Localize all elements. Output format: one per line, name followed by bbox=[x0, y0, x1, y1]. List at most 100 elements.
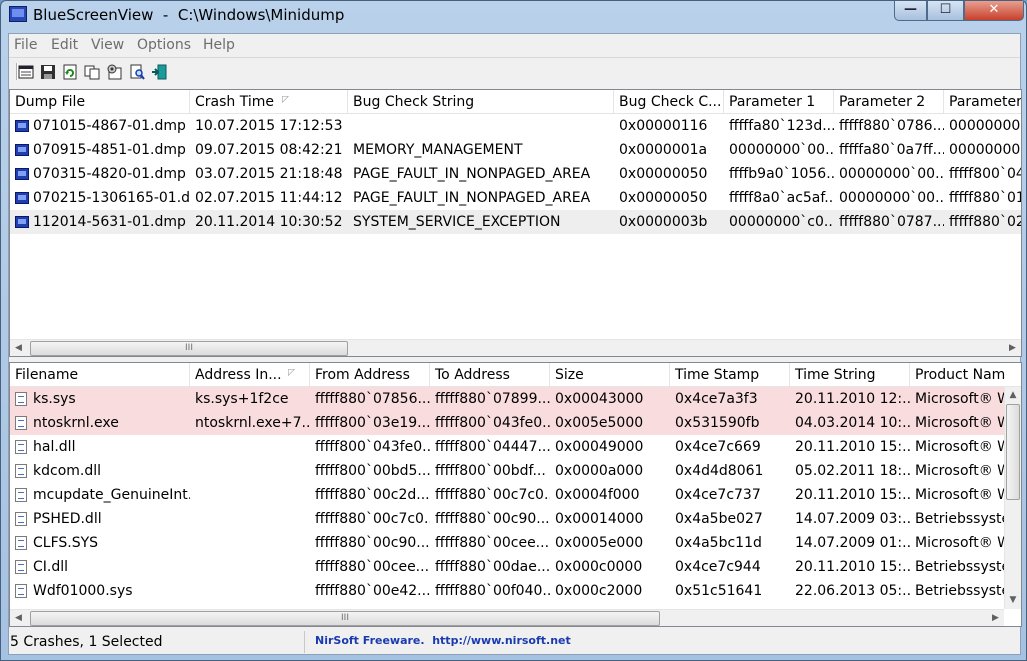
title-bar[interactable]: BlueScreenView - C:\Windows\Minidump — ☐… bbox=[1, 1, 1026, 33]
size-cell: 0x0000a000 bbox=[555, 463, 644, 479]
vertical-scrollbar-thumb[interactable] bbox=[1006, 404, 1020, 500]
dump-file-cell: 070915-4851-01.dmp bbox=[33, 142, 186, 158]
driver-row[interactable]: hal.dll fffff800`043fe0... fffff800`0444… bbox=[10, 435, 1004, 459]
refresh-icon[interactable] bbox=[60, 62, 80, 81]
product-name-cell: Microsoft® W bbox=[915, 535, 1004, 551]
driver-row[interactable]: mcupdate_GenuineInt... fffff880`00c2d...… bbox=[10, 483, 1004, 507]
time-stamp-cell: 0x4a5bc11d bbox=[675, 535, 762, 551]
size-cell: 0x00049000 bbox=[555, 439, 644, 455]
bug-check-string-cell: PAGE_FAULT_IN_NONPAGED_AREA bbox=[353, 190, 591, 206]
column-header-filename[interactable]: Filename bbox=[10, 363, 190, 387]
column-header-to-address[interactable]: To Address bbox=[430, 363, 550, 387]
driver-row-highlighted[interactable]: ntoskrnl.exe ntoskrnl.exe+7... fffff800`… bbox=[10, 411, 1004, 435]
dump-file-cell: 071015-4867-01.dmp bbox=[33, 118, 186, 134]
file-icon bbox=[15, 464, 27, 478]
address-in-stack-cell bbox=[190, 435, 310, 459]
to-address-cell: fffff880`00c90... bbox=[435, 511, 550, 527]
column-header-crash-time[interactable]: Crash Time bbox=[190, 90, 348, 114]
parameter-3-cell: 00000000`0 bbox=[949, 142, 1021, 158]
crash-row[interactable]: 071015-4867-01.dmp 10.07.2015 17:12:53 0… bbox=[10, 114, 1021, 138]
column-header-from-address[interactable]: From Address bbox=[310, 363, 430, 387]
scrollbar-thumb[interactable]: III bbox=[30, 341, 348, 356]
address-in-stack-cell: ntoskrnl.exe+7... bbox=[195, 415, 310, 431]
time-string-cell: 14.07.2009 03:... bbox=[795, 511, 910, 527]
crash-row[interactable]: 070915-4851-01.dmp 09.07.2015 08:42:21 M… bbox=[10, 138, 1021, 162]
menu-bar: File Edit View Options Help bbox=[9, 34, 1020, 56]
menu-file[interactable]: File bbox=[14, 37, 37, 53]
driver-list-header: Filename Address In... ◸ From Address To… bbox=[10, 363, 1021, 387]
time-stamp-cell: 0x4ce7c669 bbox=[675, 439, 761, 455]
column-header-parameter-2[interactable]: Parameter 2 bbox=[834, 90, 944, 114]
from-address-cell: fffff880`00c7c0... bbox=[315, 511, 430, 527]
product-name-cell: Microsoft® W bbox=[915, 415, 1004, 431]
column-header-size[interactable]: Size bbox=[550, 363, 670, 387]
size-cell: 0x0004f000 bbox=[555, 487, 640, 503]
scrollbar-thumb[interactable]: III bbox=[30, 611, 660, 626]
crash-list[interactable]: Dump File Crash Time ◸ Bug Check String … bbox=[9, 89, 1022, 357]
driver-row[interactable]: Wdf01000.sys fffff880`00e42... fffff880`… bbox=[10, 579, 1004, 603]
column-header-parameter-1[interactable]: Parameter 1 bbox=[724, 90, 834, 114]
status-summary: 5 Crashes, 1 Selected bbox=[9, 631, 305, 653]
nirsoft-link[interactable]: NirSoft Freeware. http://www.nirsoft.net bbox=[305, 631, 571, 653]
time-stamp-cell: 0x4ce7a3f3 bbox=[675, 391, 758, 407]
dump-file-cell: 070215-1306165-01.d... bbox=[33, 190, 190, 206]
driver-row[interactable]: CLFS.SYS fffff880`00c90... fffff880`00ce… bbox=[10, 531, 1004, 555]
find-icon[interactable] bbox=[127, 62, 147, 81]
crash-list-header: Dump File Crash Time ◸ Bug Check String … bbox=[10, 90, 1021, 114]
crash-row[interactable]: 070215-1306165-01.d... 02.07.2015 11:44:… bbox=[10, 186, 1021, 210]
properties-icon[interactable] bbox=[16, 62, 36, 81]
file-icon bbox=[15, 584, 27, 598]
bug-check-code-cell: 0x0000001a bbox=[619, 142, 708, 158]
save-icon[interactable] bbox=[38, 62, 58, 81]
exit-icon[interactable] bbox=[149, 62, 169, 81]
maximize-button[interactable]: ☐ bbox=[927, 1, 964, 21]
scroll-right-arrow-icon[interactable]: ▶ bbox=[987, 610, 1004, 626]
close-button[interactable]: ✕ bbox=[964, 1, 1024, 21]
column-header-time-string[interactable]: Time String bbox=[790, 363, 910, 387]
column-header-time-stamp[interactable]: Time Stamp bbox=[670, 363, 790, 387]
column-header-product-name[interactable]: Product Nam bbox=[910, 363, 1005, 387]
copy-icon[interactable] bbox=[82, 62, 102, 81]
column-header-parameter-3[interactable]: Parameter bbox=[944, 90, 1021, 114]
driver-row[interactable]: PSHED.dll fffff880`00c7c0... fffff880`00… bbox=[10, 507, 1004, 531]
product-name-cell: Microsoft® W bbox=[915, 463, 1004, 479]
advanced-options-icon[interactable] bbox=[104, 62, 124, 81]
address-in-stack-cell bbox=[190, 531, 310, 555]
driver-row[interactable]: kdcom.dll fffff800`00bd5... fffff800`00b… bbox=[10, 459, 1004, 483]
driver-list-horizontal-scrollbar[interactable]: ◀ III ▶ bbox=[10, 609, 1004, 626]
column-header-bug-check-code[interactable]: Bug Check C... bbox=[614, 90, 724, 114]
driver-list[interactable]: Filename Address In... ◸ From Address To… bbox=[9, 362, 1022, 627]
time-stamp-cell: 0x4d4d8061 bbox=[675, 463, 764, 479]
scroll-down-arrow-icon[interactable]: ▼ bbox=[1005, 592, 1021, 609]
driver-row[interactable]: CI.dll fffff880`00cee... fffff880`00dae.… bbox=[10, 555, 1004, 579]
menu-options[interactable]: Options bbox=[137, 37, 191, 53]
file-icon bbox=[15, 560, 27, 574]
file-icon bbox=[15, 416, 27, 430]
parameter-1-cell: ffffb9a0`1056... bbox=[729, 166, 834, 182]
bug-check-string-cell: SYSTEM_SERVICE_EXCEPTION bbox=[353, 214, 561, 230]
address-in-stack-cell bbox=[190, 555, 310, 579]
menu-edit[interactable]: Edit bbox=[51, 37, 78, 53]
scroll-right-arrow-icon[interactable]: ▶ bbox=[1004, 340, 1021, 356]
size-cell: 0x005e5000 bbox=[555, 415, 644, 431]
menu-view[interactable]: View bbox=[91, 37, 124, 53]
crash-row-selected[interactable]: 112014-5631-01.dmp 20.11.2014 10:30:52 S… bbox=[10, 210, 1021, 234]
scroll-left-arrow-icon[interactable]: ◀ bbox=[10, 610, 27, 626]
crash-row[interactable]: 070315-4820-01.dmp 03.07.2015 21:18:48 P… bbox=[10, 162, 1021, 186]
scroll-left-arrow-icon[interactable]: ◀ bbox=[10, 340, 27, 356]
scroll-up-arrow-icon[interactable]: ▲ bbox=[1005, 387, 1021, 404]
crash-time-cell: 20.11.2014 10:30:52 bbox=[195, 214, 343, 230]
dump-file-icon bbox=[15, 216, 29, 228]
minimize-button[interactable]: — bbox=[894, 1, 927, 21]
parameter-2-cell: 00000000`00... bbox=[839, 166, 944, 182]
bug-check-code-cell: 0x00000050 bbox=[619, 190, 708, 206]
column-header-bug-check-string[interactable]: Bug Check String bbox=[348, 90, 614, 114]
crash-list-horizontal-scrollbar[interactable]: ◀ III ▶ bbox=[10, 339, 1021, 356]
file-icon bbox=[15, 536, 27, 550]
driver-list-vertical-scrollbar[interactable]: ▲ ▼ bbox=[1004, 387, 1021, 609]
dump-file-icon bbox=[15, 192, 29, 204]
column-header-dump-file[interactable]: Dump File bbox=[10, 90, 190, 114]
from-address-cell: fffff800`03e19... bbox=[315, 415, 430, 431]
driver-row-highlighted[interactable]: ks.sys ks.sys+1f2ce fffff880`07856... ff… bbox=[10, 387, 1004, 411]
menu-help[interactable]: Help bbox=[203, 37, 235, 53]
